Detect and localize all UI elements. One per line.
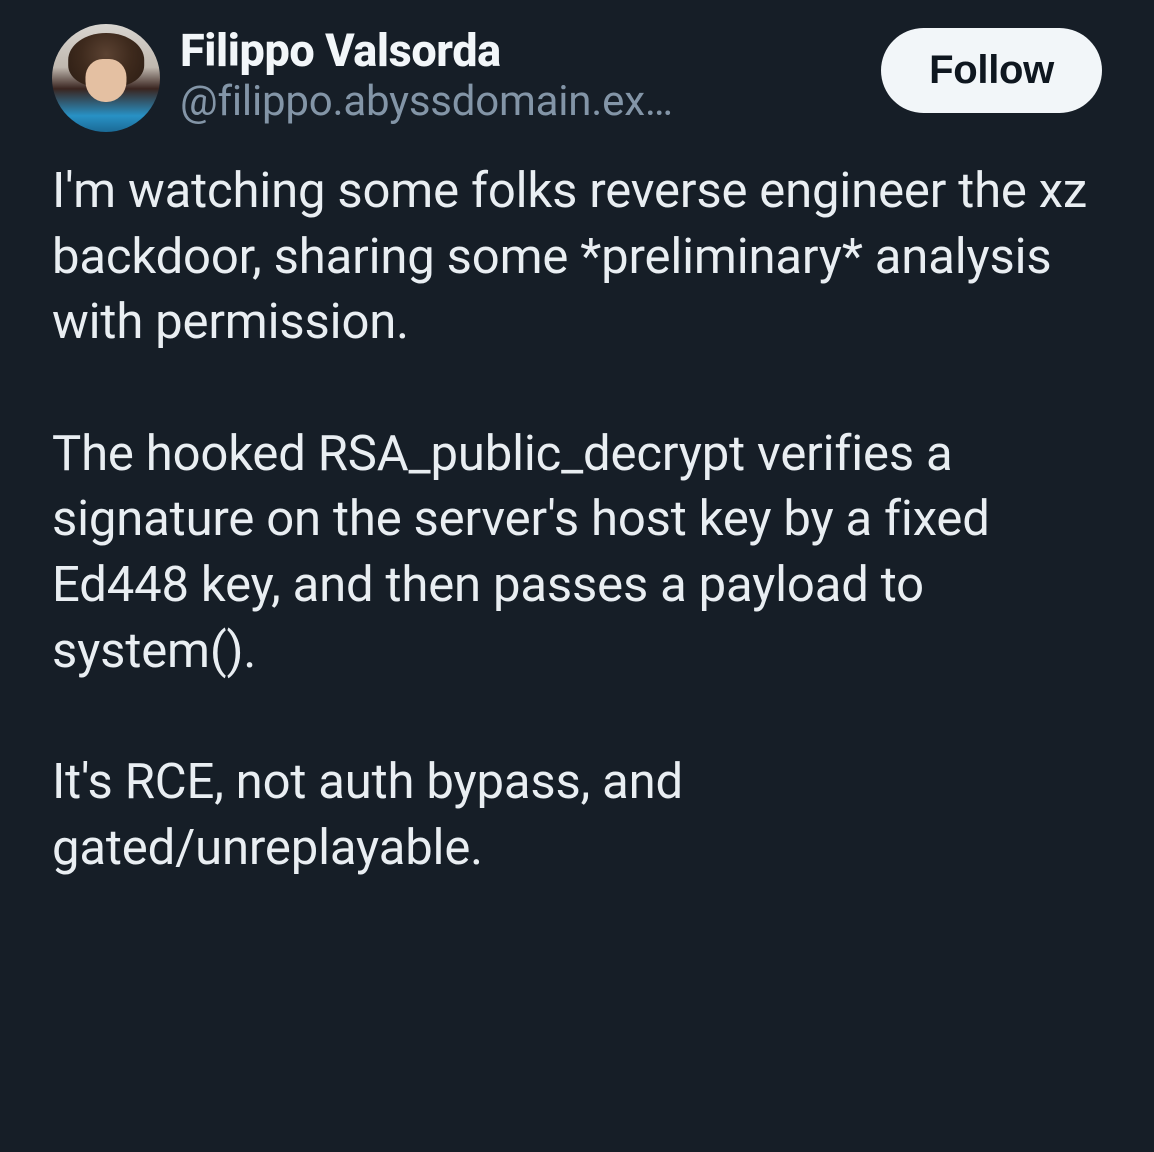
author-display-name: Filippo Valsorda [180,26,861,76]
post-body: I'm watching some folks reverse engineer… [52,158,1102,880]
author-block[interactable]: Filippo Valsorda @filippo.abyssdomain.ex… [180,24,861,128]
avatar[interactable] [52,24,160,132]
author-handle: @filippo.abyssdomain.ex… [180,76,861,129]
post-header: Filippo Valsorda @filippo.abyssdomain.ex… [52,24,1102,132]
social-post: Filippo Valsorda @filippo.abyssdomain.ex… [0,0,1154,904]
follow-button[interactable]: Follow [881,28,1102,113]
